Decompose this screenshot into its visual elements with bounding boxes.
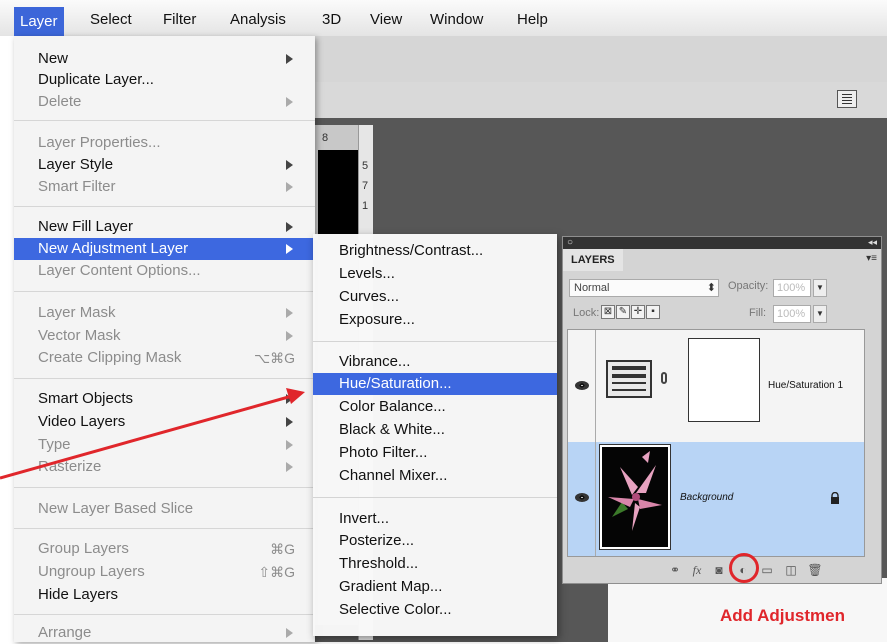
annotation-arrow-head xyxy=(286,388,305,404)
annotation-circle xyxy=(729,553,759,583)
annotation-label: Add Adjustmen xyxy=(720,606,845,625)
annotation-arrow-line xyxy=(0,394,293,480)
annotation-overlay xyxy=(0,388,305,480)
